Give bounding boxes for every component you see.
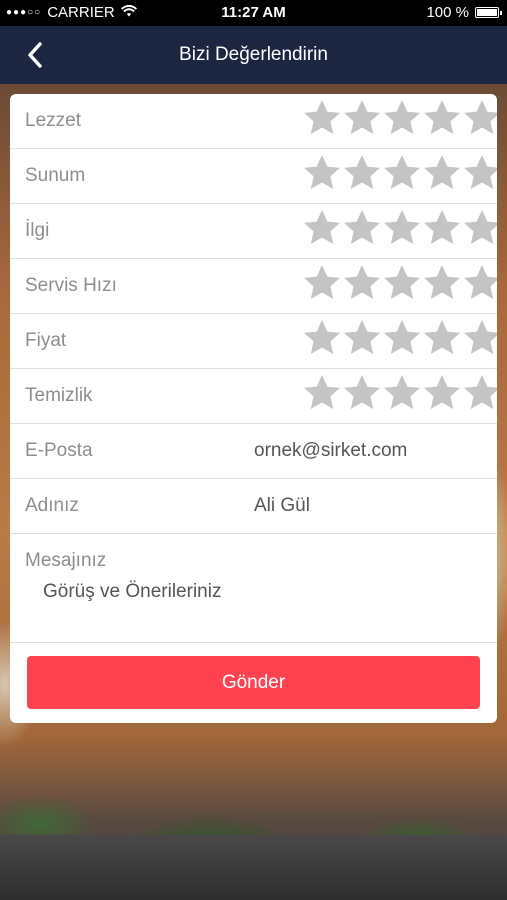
rating-row: Lezzet xyxy=(10,94,497,149)
star-icon[interactable] xyxy=(462,373,497,413)
star-icon[interactable] xyxy=(342,153,382,193)
star-rating xyxy=(302,373,497,413)
email-label: E-Posta xyxy=(25,440,93,461)
star-icon[interactable] xyxy=(422,208,462,248)
star-icon[interactable] xyxy=(462,318,497,358)
rating-label: Temizlik xyxy=(25,385,93,406)
star-icon[interactable] xyxy=(462,98,497,138)
star-icon[interactable] xyxy=(422,373,462,413)
star-icon[interactable] xyxy=(342,318,382,358)
star-icon[interactable] xyxy=(422,263,462,303)
battery-percent: 100 % xyxy=(426,4,469,21)
name-row: Adınız Ali Gül xyxy=(10,479,497,534)
star-icon[interactable] xyxy=(302,98,342,138)
rating-label: Fiyat xyxy=(25,330,67,351)
battery-icon xyxy=(475,7,502,18)
rating-row: İlgi xyxy=(10,204,497,259)
star-icon[interactable] xyxy=(382,263,422,303)
message-label: Mesajınız xyxy=(25,550,107,571)
rating-label: Servis Hızı xyxy=(25,275,117,296)
rating-label: İlgi xyxy=(25,220,50,241)
star-icon[interactable] xyxy=(382,373,422,413)
submit-button[interactable]: Gönder xyxy=(27,656,480,709)
star-icon[interactable] xyxy=(342,373,382,413)
rating-label: Lezzet xyxy=(25,110,81,131)
status-bar: ●●●○○ CARRIER 11:27 AM 100 % xyxy=(0,0,507,26)
star-rating xyxy=(302,153,497,193)
name-label: Adınız xyxy=(25,495,79,516)
page-title: Bizi Değerlendirin xyxy=(179,44,328,65)
star-icon[interactable] xyxy=(422,153,462,193)
rating-label: Sunum xyxy=(25,165,86,186)
background-bottom xyxy=(0,835,507,900)
star-icon[interactable] xyxy=(302,263,342,303)
star-rating xyxy=(302,263,497,303)
name-field[interactable]: Ali Gül xyxy=(254,495,310,517)
rating-row: Sunum xyxy=(10,149,497,204)
star-icon[interactable] xyxy=(422,318,462,358)
star-icon[interactable] xyxy=(382,153,422,193)
star-icon[interactable] xyxy=(382,318,422,358)
star-icon[interactable] xyxy=(462,263,497,303)
message-row: Mesajınız Görüş ve Önerileriniz xyxy=(10,534,497,643)
star-rating xyxy=(302,98,497,138)
rating-row: Temizlik xyxy=(10,369,497,424)
email-field[interactable]: ornek@sirket.com xyxy=(254,440,407,462)
star-icon[interactable] xyxy=(302,318,342,358)
nav-bar: Bizi Değerlendirin xyxy=(0,26,507,84)
star-icon[interactable] xyxy=(302,373,342,413)
star-rating xyxy=(302,318,497,358)
star-icon[interactable] xyxy=(302,208,342,248)
message-field[interactable]: Görüş ve Önerileriniz xyxy=(43,581,221,603)
rating-form-card: Lezzet Sunum İlgi Servis Hızı Fiyat Temizlik … xyxy=(10,94,497,723)
star-rating xyxy=(302,208,497,248)
star-icon[interactable] xyxy=(422,98,462,138)
star-icon[interactable] xyxy=(382,98,422,138)
star-icon[interactable] xyxy=(462,208,497,248)
star-icon[interactable] xyxy=(382,208,422,248)
email-row: E-Posta ornek@sirket.com xyxy=(10,424,497,479)
star-icon[interactable] xyxy=(462,153,497,193)
star-icon[interactable] xyxy=(342,208,382,248)
star-icon[interactable] xyxy=(302,153,342,193)
star-icon[interactable] xyxy=(342,263,382,303)
ratings-list: Lezzet Sunum İlgi Servis Hızı Fiyat Temizlik xyxy=(10,94,497,424)
rating-row: Fiyat xyxy=(10,314,497,369)
rating-row: Servis Hızı xyxy=(10,259,497,314)
star-icon[interactable] xyxy=(342,98,382,138)
